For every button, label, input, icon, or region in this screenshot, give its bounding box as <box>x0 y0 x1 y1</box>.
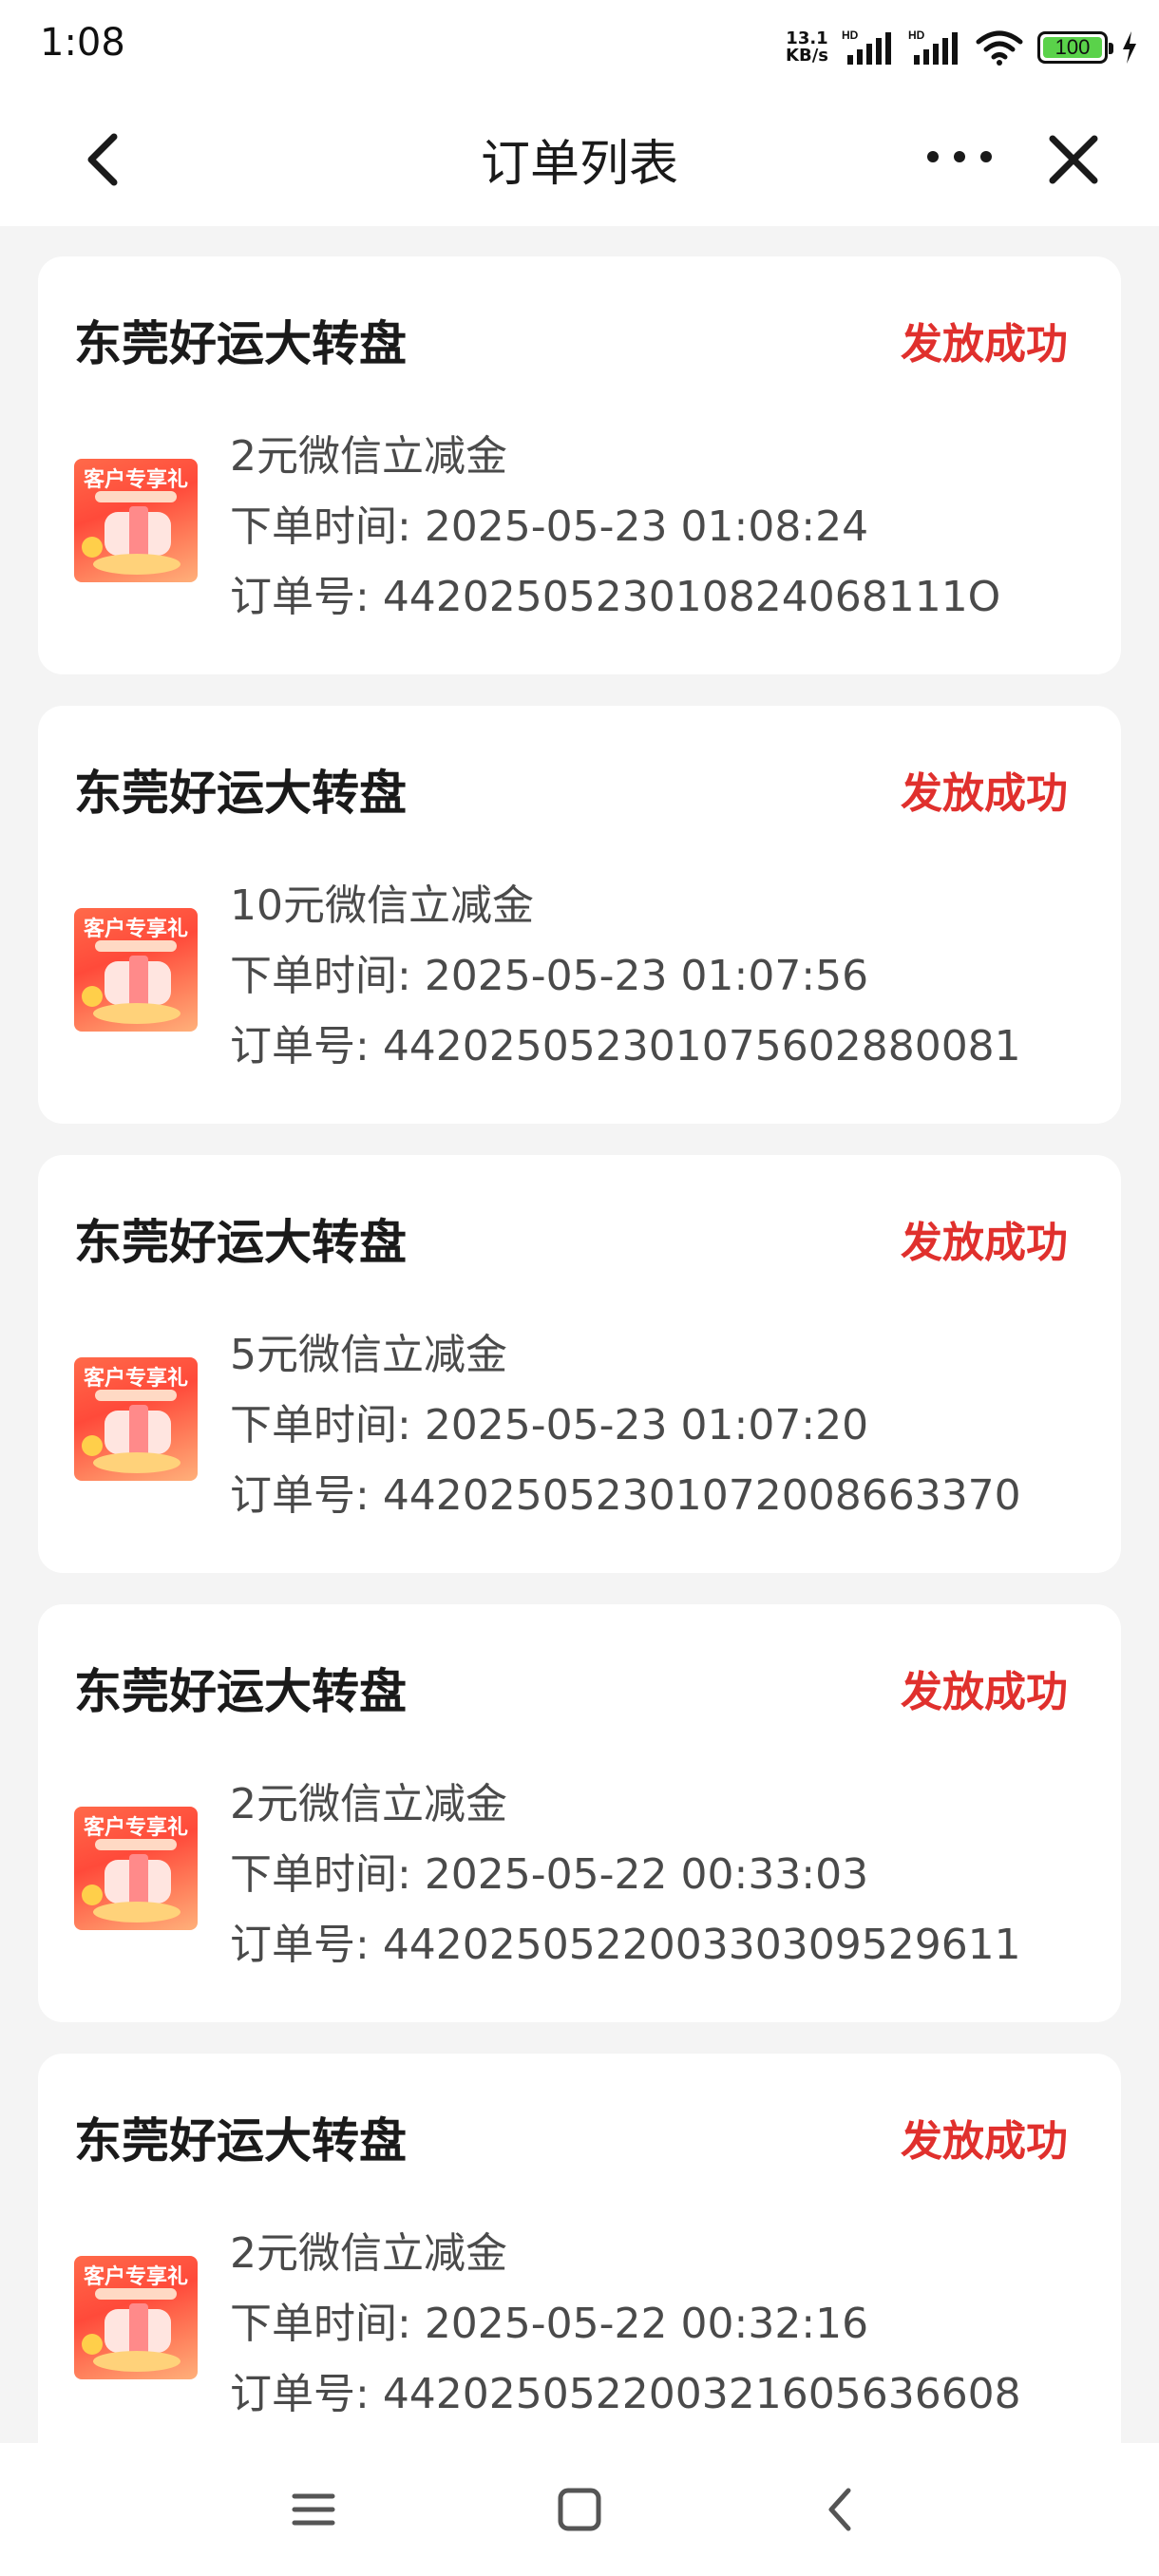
battery-level: 100 <box>1054 35 1091 59</box>
thumbnail-label: 客户专享礼 <box>84 1816 189 1840</box>
more-button[interactable] <box>922 133 998 180</box>
order-time: 下单时间: 2025-05-23 01:07:20 <box>230 1391 868 1451</box>
order-product: 5元微信立减金 <box>230 1331 507 1379</box>
product-thumbnail: 客户专享礼 <box>74 1357 198 1481</box>
order-time-value: 2025-05-22 00:32:16 <box>424 2300 869 2348</box>
order-card[interactable]: 东莞好运大转盘 发放成功 客户专享礼 10元微信立减金 下单时间: 2025-0… <box>38 706 1121 1124</box>
order-number-value: 442025052301072008663370 <box>382 1471 1021 1520</box>
menu-lines-icon <box>292 2493 335 2526</box>
status-time: 1:08 <box>40 21 125 65</box>
product-thumbnail: 客户专享礼 <box>74 908 198 1032</box>
order-card[interactable]: 东莞好运大转盘 发放成功 客户专享礼 5元微信立减金 下单时间: 2025-05… <box>38 1155 1121 1573</box>
product-thumbnail: 客户专享礼 <box>74 459 198 582</box>
order-number: 订单号: 442025052200330309529611 <box>230 1910 1021 1971</box>
nav-bar: 订单列表 <box>0 95 1159 226</box>
order-time-label: 下单时间: <box>230 2300 425 2348</box>
order-number: 订单号: 442025052200321605636608 <box>230 2359 1021 2420</box>
charging-icon <box>1123 31 1136 64</box>
order-product: 2元微信立减金 <box>230 1780 507 1828</box>
order-status: 发放成功 <box>901 1219 1068 1267</box>
order-time-value: 2025-05-23 01:08:24 <box>424 502 869 551</box>
order-card[interactable]: 东莞好运大转盘 发放成功 客户专享礼 2元微信立减金 下单时间: 2025-05… <box>38 256 1121 674</box>
order-status: 发放成功 <box>901 2117 1068 2166</box>
order-number: 订单号: 442025052301075602880081 <box>230 1012 1021 1072</box>
order-title: 东莞好运大转盘 <box>74 1215 407 1270</box>
order-time: 下单时间: 2025-05-23 01:07:56 <box>230 941 868 1002</box>
order-number-value: 442025052200330309529611 <box>382 1921 1021 1969</box>
order-time-label: 下单时间: <box>230 502 425 551</box>
order-product: 10元微信立减金 <box>230 881 534 930</box>
product-thumbnail: 客户专享礼 <box>74 1807 198 1930</box>
network-speed-unit: KB/s <box>786 46 828 66</box>
battery-icon: 100 <box>1037 31 1113 64</box>
order-number-value: 442025052200321605636608 <box>382 2370 1021 2418</box>
order-number-value: 442025052301075602880081 <box>382 1022 1021 1070</box>
close-button[interactable] <box>1045 129 1102 190</box>
product-thumbnail: 客户专享礼 <box>74 2256 198 2379</box>
order-number-label: 订单号: <box>230 573 383 621</box>
signal-hd-icon-2: HD <box>908 28 958 65</box>
order-card[interactable]: 东莞好运大转盘 发放成功 客户专享礼 2元微信立减金 下单时间: 2025-05… <box>38 1604 1121 2022</box>
order-time-label: 下单时间: <box>230 952 425 1000</box>
order-title: 东莞好运大转盘 <box>74 2113 407 2169</box>
wifi-icon <box>976 30 1023 66</box>
back-triangle-icon <box>828 2488 851 2531</box>
thumbnail-label: 客户专享礼 <box>84 918 189 941</box>
order-number-label: 订单号: <box>230 1022 383 1070</box>
order-card[interactable]: 东莞好运大转盘 发放成功 客户专享礼 2元微信立减金 下单时间: 2025-05… <box>38 2054 1121 2472</box>
more-dots-icon <box>927 151 992 162</box>
order-time-value: 2025-05-23 01:07:20 <box>424 1401 869 1449</box>
order-product: 2元微信立减金 <box>230 2229 507 2278</box>
order-time: 下单时间: 2025-05-22 00:33:03 <box>230 1840 868 1901</box>
status-icons: 13.1 KB/s HD HD 100 <box>786 25 1138 70</box>
order-product: 2元微信立减金 <box>230 432 507 481</box>
order-number-label: 订单号: <box>230 1471 383 1520</box>
network-speed: 13.1 KB/s <box>786 30 828 65</box>
signal-hd-icon: HD <box>842 28 891 65</box>
thumbnail-label: 客户专享礼 <box>84 2265 189 2289</box>
square-home-icon <box>558 2488 601 2531</box>
svg-text:HD: HD <box>908 28 925 42</box>
home-button[interactable] <box>551 2481 608 2538</box>
order-title: 东莞好运大转盘 <box>74 1664 407 1719</box>
order-status: 发放成功 <box>901 1668 1068 1716</box>
close-icon <box>1049 135 1098 184</box>
order-number-value: 4420250523010824068111O <box>382 573 1001 621</box>
status-bar: 1:08 13.1 KB/s HD HD 100 <box>0 0 1159 95</box>
order-time: 下单时间: 2025-05-22 00:32:16 <box>230 2289 868 2350</box>
order-time: 下单时间: 2025-05-23 01:08:24 <box>230 492 868 553</box>
order-number: 订单号: 442025052301072008663370 <box>230 1461 1021 1522</box>
order-title: 东莞好运大转盘 <box>74 766 407 821</box>
order-status: 发放成功 <box>901 769 1068 818</box>
thumbnail-label: 客户专享礼 <box>84 468 189 492</box>
system-back-button[interactable] <box>812 2481 869 2538</box>
order-time-value: 2025-05-22 00:33:03 <box>424 1850 869 1899</box>
system-nav-bar <box>0 2443 1159 2576</box>
order-time-label: 下单时间: <box>230 1401 425 1449</box>
order-status: 发放成功 <box>901 320 1068 369</box>
svg-text:HD: HD <box>842 28 859 42</box>
order-time-label: 下单时间: <box>230 1850 425 1899</box>
order-time-value: 2025-05-23 01:07:56 <box>424 952 869 1000</box>
order-title: 东莞好运大转盘 <box>74 316 407 371</box>
order-number-label: 订单号: <box>230 2370 383 2418</box>
thumbnail-label: 客户专享礼 <box>84 1367 189 1391</box>
recent-apps-button[interactable] <box>285 2481 342 2538</box>
order-number: 订单号: 4420250523010824068111O <box>230 562 1000 623</box>
order-number-label: 订单号: <box>230 1921 383 1969</box>
